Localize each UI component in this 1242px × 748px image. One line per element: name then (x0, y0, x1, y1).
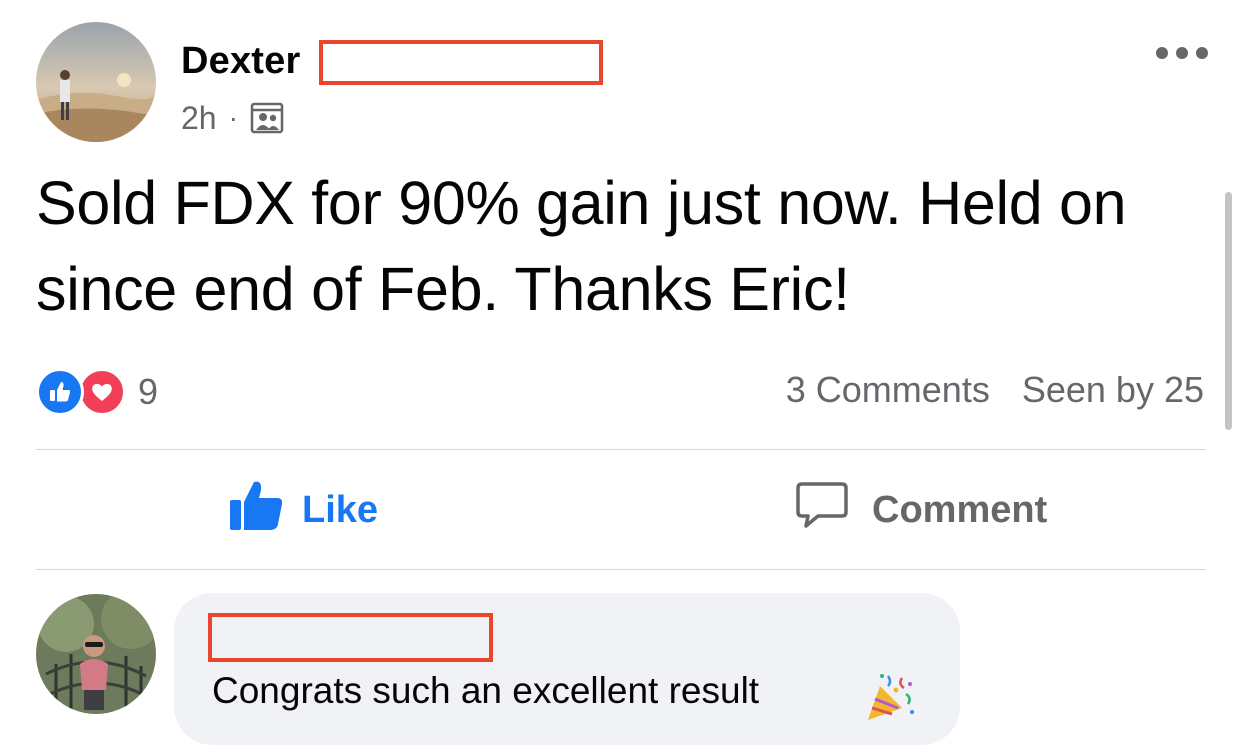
comment-text: Congrats such an excellent result (212, 670, 760, 711)
like-reaction-icon (36, 368, 84, 416)
seen-by-count[interactable]: Seen by 25 (1022, 369, 1204, 411)
like-button[interactable]: Like (228, 478, 378, 542)
post-time[interactable]: 2h (181, 100, 217, 137)
comment-button[interactable]: Comment (794, 478, 1047, 542)
scrollbar[interactable] (1225, 192, 1232, 430)
post-stats: 3 Comments Seen by 25 (786, 369, 1204, 411)
group-audience-icon[interactable] (250, 101, 284, 135)
more-horizontal-icon-dot (1156, 47, 1168, 59)
redaction-box (208, 613, 493, 662)
thumbs-up-icon (228, 478, 284, 542)
author-name[interactable]: Dexter (181, 40, 301, 83)
post-meta: 2h · (181, 98, 284, 138)
like-button-label: Like (302, 488, 379, 531)
reaction-count: 9 (138, 371, 159, 412)
more-horizontal-icon-dot (1196, 47, 1208, 59)
love-reaction-icon (78, 368, 126, 416)
divider (36, 449, 1206, 450)
redaction-box (319, 40, 603, 85)
reaction-summary[interactable]: 9 (36, 367, 158, 417)
commenter-avatar[interactable] (36, 594, 156, 714)
more-options-button[interactable] (1156, 36, 1208, 70)
divider (36, 569, 1206, 570)
party-popper-icon (862, 668, 918, 724)
comment-button-label: Comment (872, 488, 1048, 531)
comment-bubble-icon (794, 478, 850, 542)
author-avatar[interactable] (36, 22, 156, 142)
comments-count-link[interactable]: 3 Comments (786, 369, 990, 411)
more-horizontal-icon-dot (1176, 47, 1188, 59)
post-text: Sold FDX for 90% gain just now. Held on … (36, 169, 1127, 323)
meta-separator: · (228, 102, 238, 133)
